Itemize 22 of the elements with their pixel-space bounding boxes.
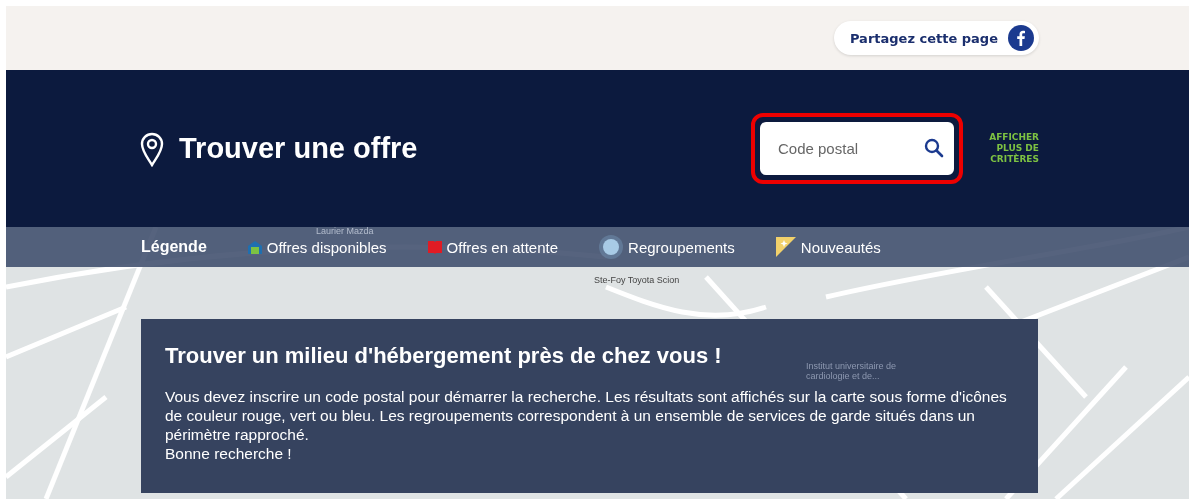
- sparkle-flag-icon: [774, 236, 797, 258]
- legend-title: Légende: [141, 238, 207, 256]
- closing-text: Bonne recherche !: [165, 444, 293, 463]
- book-icon: [426, 240, 443, 254]
- legend-label: Regroupements: [628, 238, 735, 256]
- legend-label: Offres en attente: [446, 238, 559, 256]
- page-title: Trouver une offre: [179, 132, 418, 165]
- house-icon: [246, 240, 263, 254]
- location-pin-icon: [139, 130, 165, 167]
- map-place-label: Institut universitaire de cardiologie et de...: [806, 361, 898, 381]
- share-button[interactable]: Partagez cette page: [833, 21, 1039, 55]
- more-criteria-link[interactable]: AFFICHER PLUS DE CRITÈRES: [963, 132, 1039, 165]
- info-title: Trouver un milieu d'hébergement près de chez vous !: [165, 343, 722, 369]
- cluster-circle-icon: [598, 234, 625, 260]
- legend-label: Nouveautés: [800, 238, 881, 256]
- facebook-icon: [1008, 25, 1034, 51]
- postal-code-field[interactable]: Code postal: [760, 122, 954, 175]
- map-place-label: Ste-Foy Toyota Scion: [594, 275, 680, 285]
- legend-label: Offres disponibles: [266, 238, 387, 256]
- map-place-label: Laurier Mazda: [316, 226, 374, 236]
- info-text: Vous devez inscrire un code postal pour démarrer la recherche. Les résultats sont affichés sur la carte sous forme d'icônes de couleur rouge, vert ou bleu. Les regroupements correspondent à un ensemble de services de garde situés dans un périmètre rapproché.: [165, 387, 1008, 444]
- search-icon[interactable]: [924, 138, 944, 158]
